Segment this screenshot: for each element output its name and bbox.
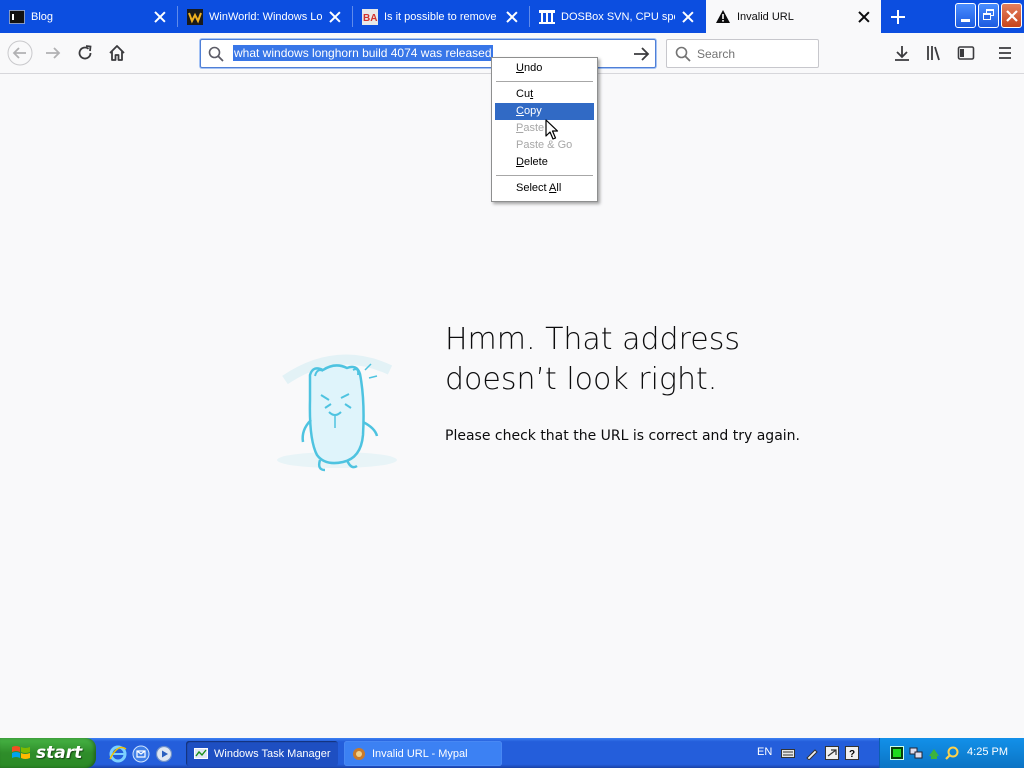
tab-blog[interactable]: Blog (0, 0, 177, 33)
menu-label-rest: aste (523, 122, 545, 134)
columns-icon (539, 9, 555, 25)
download-icon (895, 46, 909, 61)
confused-hamster-illustration (277, 354, 397, 472)
warning-icon (715, 9, 731, 25)
tab-winworld[interactable]: WinWorld: Windows Lon (178, 0, 352, 33)
menu-item-cut[interactable]: Cut (495, 86, 594, 103)
downloads-button[interactable] (887, 39, 917, 67)
tab-close-icon[interactable] (328, 10, 342, 24)
menu-label-rest: opy (523, 105, 542, 117)
menu-label-rest: ndo (523, 62, 543, 74)
tab-close-icon[interactable] (505, 10, 519, 24)
menu-accel: t (530, 88, 534, 100)
task-manager-icon (194, 747, 208, 759)
back-arrow-icon (7, 40, 33, 66)
tab-close-icon[interactable] (153, 10, 167, 24)
sidebar-button[interactable] (951, 39, 981, 67)
language-bar-icon[interactable] (825, 746, 839, 760)
menu-separator (496, 81, 593, 82)
svg-text:?: ? (849, 749, 855, 760)
search-tray-icon[interactable] (945, 746, 959, 760)
task-label: Windows Task Manager (214, 747, 331, 760)
restore-button[interactable] (978, 3, 999, 28)
sidebar-icon (957, 46, 975, 60)
hamburger-menu-icon (999, 47, 1011, 59)
reload-icon (78, 45, 92, 60)
tab-betaarchive[interactable]: BA Is it possible to remove (353, 0, 529, 33)
new-tab-button[interactable] (884, 3, 912, 31)
error-description: Please check that the URL is correct and… (445, 428, 800, 444)
search-icon (675, 46, 691, 62)
task-windows-task-manager[interactable]: Windows Task Manager (186, 741, 338, 766)
keyboard-icon[interactable] (781, 746, 795, 760)
tab-title: Invalid URL (737, 10, 794, 23)
menu-item-delete[interactable]: Delete (495, 154, 594, 171)
mypal-icon (353, 747, 365, 760)
media-player-icon[interactable] (155, 745, 173, 763)
safely-remove-icon[interactable] (927, 746, 941, 760)
home-icon (109, 45, 125, 61)
library-button[interactable] (919, 39, 949, 67)
url-input[interactable]: what windows longhorn build 4074 was rel… (233, 45, 493, 61)
search-input[interactable] (697, 45, 812, 62)
tab-title: Is it possible to remove (384, 10, 497, 23)
menu-item-copy[interactable]: Copy (495, 103, 594, 120)
task-invalid-url-mypal[interactable]: Invalid URL - Mypal (344, 741, 502, 766)
cpu-meter-icon[interactable] (890, 746, 904, 760)
tab-close-icon[interactable] (857, 10, 871, 24)
menu-accel: D (516, 156, 524, 168)
terminal-icon (9, 9, 25, 25)
start-label: start (36, 743, 83, 763)
menu-label-rest: Select (516, 182, 550, 194)
forward-arrow-icon (46, 47, 61, 59)
error-title-line: doesn’t look right. (445, 362, 718, 397)
menu-separator (496, 175, 593, 176)
tab-strip: Blog WinWorld: Windows Lon BA Is it poss… (0, 0, 1024, 33)
menu-label-rest: ll (556, 182, 562, 194)
tab-title: Blog (31, 10, 54, 23)
search-icon (208, 46, 224, 62)
forward-button[interactable] (38, 39, 68, 67)
error-title: Hmm. That address doesn’t look right. (445, 320, 785, 400)
pen-icon[interactable] (805, 746, 819, 760)
clock[interactable]: 4:25 PM (967, 746, 1008, 758)
winworld-icon (187, 8, 203, 25)
tab-dosbox[interactable]: DOSBox SVN, CPU spee (530, 0, 705, 33)
tab-title: WinWorld: Windows Lon (209, 10, 322, 23)
reload-button[interactable] (70, 39, 100, 67)
tab-title: DOSBox SVN, CPU spee (561, 10, 675, 23)
menu-button[interactable] (990, 39, 1020, 67)
system-tray: 4:25 PM (879, 738, 1024, 768)
tab-close-icon[interactable] (681, 10, 695, 24)
language-indicator[interactable]: EN (757, 746, 772, 758)
start-button[interactable]: start (0, 738, 96, 768)
task-label: Invalid URL - Mypal (372, 747, 468, 760)
back-button[interactable] (5, 39, 35, 67)
menu-label-rest: elete (523, 156, 548, 168)
go-arrow-icon[interactable] (631, 44, 651, 64)
windows-logo-icon (12, 746, 30, 759)
taskbar: start Windows Task Manager Invalid URL -… (0, 738, 1024, 768)
network-icon[interactable] (909, 746, 923, 760)
menu-label-rest: Cu (516, 88, 531, 100)
minimize-button[interactable] (955, 3, 976, 28)
menu-accel: C (516, 105, 524, 117)
menu-item-select-all[interactable]: Select All (495, 180, 594, 197)
tab-invalid-url[interactable]: Invalid URL (706, 0, 881, 33)
svg-text:BA: BA (363, 13, 377, 24)
close-window-button[interactable] (1001, 3, 1022, 28)
outlook-express-icon[interactable] (132, 745, 150, 763)
help-icon[interactable]: ? (845, 746, 859, 760)
home-button[interactable] (102, 39, 132, 67)
internet-explorer-icon[interactable] (109, 745, 127, 763)
library-icon (927, 46, 940, 61)
betaarchive-icon: BA (362, 8, 378, 25)
menu-item-undo[interactable]: Undo (495, 60, 594, 77)
error-title-line: Hmm. That address (445, 322, 740, 357)
menu-accel: U (516, 62, 524, 74)
mouse-cursor-icon (545, 119, 559, 140)
search-bar[interactable] (666, 39, 819, 68)
